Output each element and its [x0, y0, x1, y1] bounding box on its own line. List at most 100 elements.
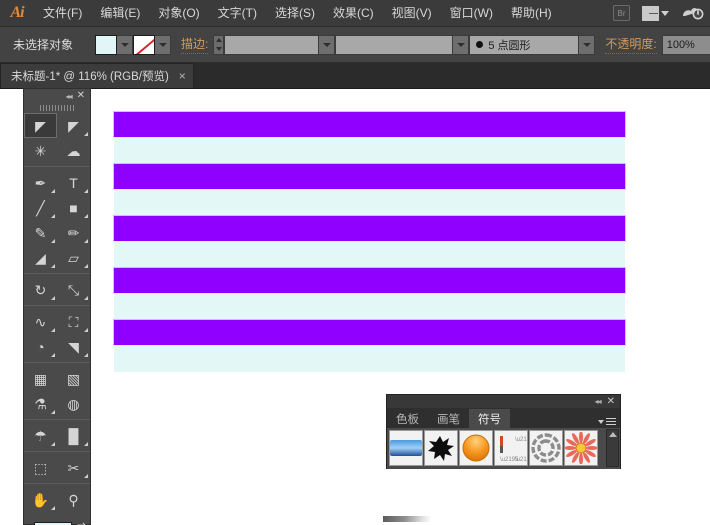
pen-tool[interactable]: ✒ [24, 170, 57, 195]
fill-dropdown-button[interactable] [117, 34, 134, 55]
stroke-color-control[interactable] [133, 34, 172, 55]
tab-brushes[interactable]: 画笔 [428, 409, 469, 428]
rectangle-tool[interactable]: ■ [57, 195, 90, 220]
scale-tool[interactable]: ⤡ [57, 277, 90, 302]
menu-object[interactable]: 对象(O) [149, 0, 208, 27]
slice-tool[interactable]: ✂ [57, 455, 90, 480]
artboard-tool[interactable]: ⬚ [24, 455, 57, 480]
menu-effect[interactable]: 效果(C) [324, 0, 383, 27]
paintbrush-tool[interactable]: ✎ [24, 220, 57, 245]
mesh-tool[interactable]: ▦ [24, 366, 57, 391]
stepper-up-icon[interactable] [215, 38, 222, 42]
stroke-swatch-none[interactable] [133, 34, 156, 55]
artboard-stripe-purple[interactable] [113, 215, 626, 242]
width-tool[interactable]: ∿ [24, 309, 57, 334]
creative-cloud-icon[interactable] [682, 4, 704, 22]
menu-file[interactable]: 文件(F) [34, 0, 91, 27]
artboard-stripe-light[interactable] [114, 241, 625, 268]
stroke-profile-control[interactable] [335, 34, 470, 55]
artboard-stripe-light[interactable] [114, 293, 625, 320]
fill-color-control[interactable] [95, 34, 134, 55]
hand-tool[interactable]: ✋ [24, 487, 57, 512]
close-icon[interactable]: × [179, 70, 186, 82]
artboard-stripe-purple[interactable] [113, 163, 626, 190]
artboard-stripe-purple[interactable] [113, 267, 626, 294]
opacity-label[interactable]: 不透明度: [605, 35, 657, 54]
symbol-orange-circle[interactable] [459, 430, 493, 466]
eraser-tool[interactable]: ▱ [57, 245, 90, 270]
stepper-down-icon[interactable] [215, 47, 222, 51]
collapse-icon[interactable]: ◂◂ [66, 92, 73, 101]
pencil-tool[interactable]: ✏ [57, 220, 90, 245]
lasso-tool[interactable]: ☁ [57, 138, 90, 163]
workspace-layout-icon [642, 5, 659, 21]
stroke-profile-field[interactable] [335, 34, 454, 55]
bridge-icon[interactable]: Br [613, 5, 630, 21]
artboard-stripe-purple[interactable] [113, 319, 626, 346]
stroke-dropdown-button[interactable] [155, 34, 172, 55]
close-icon[interactable]: ✕ [77, 91, 85, 101]
stroke-weight-control[interactable] [213, 34, 336, 55]
symbols-grid[interactable]: \u2191 \u2195 \u21b1 [387, 428, 620, 469]
gradient-icon: ▧ [66, 370, 81, 387]
eyedropper-tool[interactable]: ⚗ [24, 391, 57, 416]
type-tool[interactable]: T [57, 170, 90, 195]
menu-help[interactable]: 帮助(H) [502, 0, 561, 27]
artboard[interactable] [113, 111, 626, 372]
stroke-weight-dropdown-button[interactable] [319, 34, 336, 55]
opacity-control[interactable]: 100% [661, 34, 710, 55]
line-segment-tool[interactable]: ╱ [24, 195, 57, 220]
opacity-field[interactable]: 100% [661, 34, 710, 55]
symbols-scrollbar[interactable] [606, 429, 619, 467]
symbol-red-flower[interactable] [564, 430, 598, 466]
artboard-stripe-purple[interactable] [113, 111, 626, 138]
blob-brush-tool[interactable]: ◢ [24, 245, 57, 270]
tab-symbols[interactable]: 符号 [469, 409, 510, 428]
fill-swatch[interactable] [95, 34, 118, 55]
gradient-tool[interactable]: ▧ [57, 366, 90, 391]
line-segment-icon: ╱ [36, 199, 45, 216]
symbol-blue-gradient-bar[interactable] [389, 430, 423, 466]
magic-wand-tool[interactable]: ✳ [24, 138, 57, 163]
shape-builder-tool[interactable]: ◔ [24, 334, 57, 359]
stroke-label[interactable]: 描边: [181, 35, 209, 54]
artboard-stripe-light[interactable] [114, 137, 625, 164]
document-tab[interactable]: 未标题-1* @ 116% (RGB/预览) × [0, 63, 194, 88]
zoom-tool[interactable]: ⚲ [57, 487, 90, 512]
symbol-gray-ring[interactable] [529, 430, 563, 466]
perspective-grid-tool[interactable]: ◥ [57, 334, 90, 359]
brush-dropdown-button[interactable] [579, 34, 596, 55]
stroke-weight-stepper[interactable] [213, 34, 225, 55]
menu-view[interactable]: 视图(V) [383, 0, 441, 27]
artboard-stripe-light[interactable] [114, 189, 625, 216]
selection-tool[interactable]: ◤ [24, 113, 57, 138]
menu-select[interactable]: 选择(S) [266, 0, 324, 27]
swap-fill-stroke-icon[interactable]: ⇄ [77, 520, 86, 525]
menubar-right-group: Br [613, 0, 710, 27]
blob-brush-icon: ◢ [35, 249, 46, 266]
brush-definition-field[interactable]: 5 点圆形 [469, 34, 580, 55]
rectangle-icon: ■ [69, 199, 78, 216]
symbol-sprayer-tool[interactable]: ☂ [24, 423, 57, 448]
symbol-map-pin-set[interactable]: \u2191 \u2195 \u21b1 [494, 430, 528, 466]
stroke-weight-field[interactable] [224, 34, 320, 55]
brush-definition-control[interactable]: 5 点圆形 [469, 34, 596, 55]
rotate-tool[interactable]: ↻ [24, 277, 57, 302]
panel-menu-icon[interactable] [598, 418, 616, 425]
workspace-switcher-icon[interactable] [642, 5, 669, 21]
direct-selection-tool[interactable]: ◤ [57, 113, 90, 138]
blend-tool[interactable]: ◍ [57, 391, 90, 416]
menu-edit[interactable]: 编辑(E) [91, 0, 149, 27]
menu-type[interactable]: 文字(T) [209, 0, 266, 27]
free-transform-tool[interactable]: ⛶ [57, 309, 90, 334]
artboard-stripe-light[interactable] [114, 345, 625, 372]
collapse-icon[interactable]: ◂◂ [595, 397, 602, 406]
column-graph-tool[interactable]: █ [57, 423, 90, 448]
scroll-up-icon[interactable] [608, 432, 617, 437]
tab-swatches[interactable]: 色板 [387, 409, 428, 428]
tools-panel-grip[interactable] [24, 103, 90, 113]
stroke-profile-dropdown-button[interactable] [453, 34, 470, 55]
menu-window[interactable]: 窗口(W) [441, 0, 502, 27]
symbol-black-splatter[interactable] [424, 430, 458, 466]
close-icon[interactable]: ✕ [607, 396, 615, 407]
